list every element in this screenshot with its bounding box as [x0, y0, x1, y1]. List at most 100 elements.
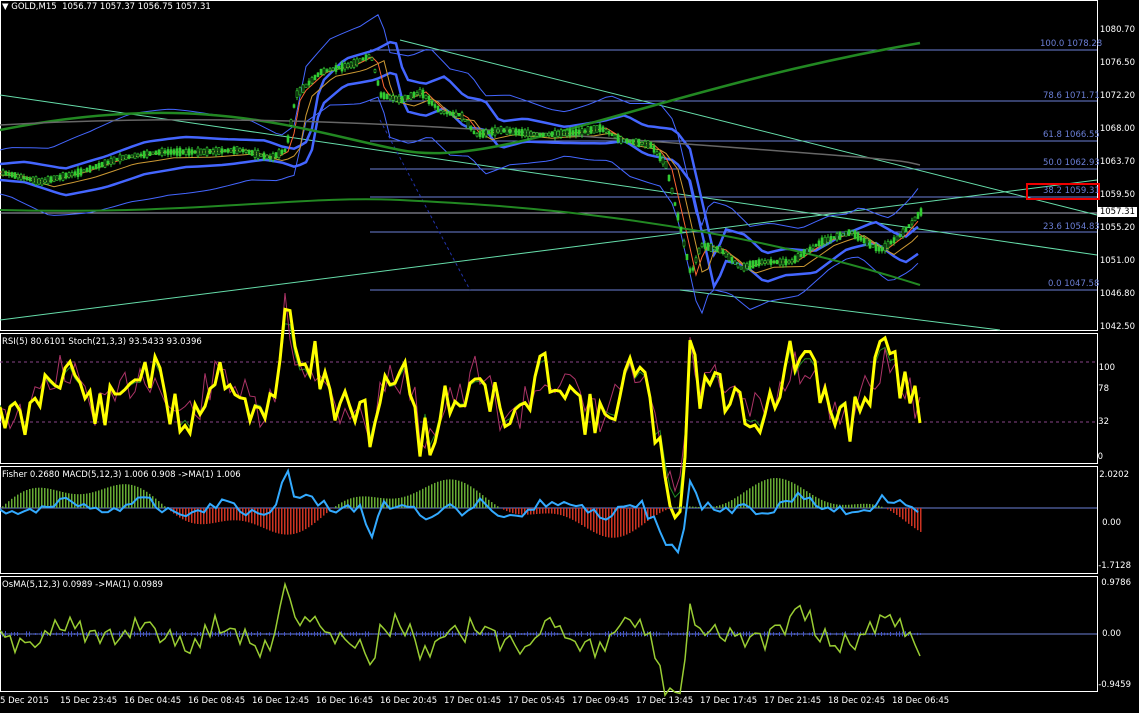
- time-tick: 17 Dec 09:45: [572, 696, 630, 706]
- candle-body: [142, 151, 146, 159]
- macd-histogram-bar: [110, 486, 112, 508]
- fib-level-label[interactable]: 100.0 1078.28: [1040, 39, 1102, 49]
- candle-body: [157, 149, 161, 155]
- candle: [172, 148, 176, 156]
- osma-histogram-bar: [503, 631, 504, 637]
- candle-body: [121, 154, 125, 161]
- osma-histogram-bar: [713, 633, 714, 635]
- candle-body: [415, 92, 419, 95]
- rsi-chart[interactable]: [0, 293, 1097, 521]
- osma-histogram-bar: [371, 633, 372, 635]
- candle: [220, 146, 224, 156]
- macd-histogram-bar: [209, 508, 211, 524]
- candle: [190, 147, 194, 157]
- osma-histogram-bar: [692, 633, 693, 635]
- macd-histogram-bar: [248, 508, 250, 523]
- osma-histogram-bar: [326, 632, 327, 636]
- osma-histogram-bar: [176, 631, 177, 637]
- candle-body: [376, 80, 380, 86]
- price-chart[interactable]: [0, 14, 1098, 331]
- fib-level-label[interactable]: 61.8 1066.55: [1043, 130, 1100, 140]
- candle: [94, 164, 98, 170]
- osma-histogram-bar: [80, 632, 81, 636]
- macd-histogram-bar: [551, 508, 553, 514]
- macd-histogram-bar: [293, 508, 295, 534]
- macd-chart[interactable]: [0, 468, 1097, 555]
- osma-histogram-bar: [218, 631, 219, 637]
- indicator-line: [0, 59, 919, 274]
- chart-canvas[interactable]: [0, 0, 1139, 713]
- candle-body: [346, 63, 350, 68]
- osma-histogram-bar: [854, 632, 855, 636]
- osma-histogram-bar: [602, 633, 603, 635]
- candle: [541, 132, 545, 138]
- osma-histogram-bar: [818, 633, 819, 635]
- candle-body: [190, 149, 194, 155]
- candle: [127, 154, 131, 160]
- candle-body: [502, 128, 506, 133]
- macd-histogram-bar: [317, 508, 319, 521]
- osma-histogram-bar: [146, 631, 147, 637]
- osma-histogram-bar: [137, 632, 138, 636]
- candle-body: [814, 243, 818, 247]
- macd-histogram-bar: [455, 479, 457, 508]
- candle: [742, 261, 746, 273]
- candle-body: [442, 110, 446, 115]
- macd-histogram-bar: [401, 497, 403, 508]
- candle: [844, 230, 848, 237]
- candle-body: [583, 129, 587, 133]
- macd-histogram-bar: [632, 508, 634, 532]
- osma-histogram-bar: [578, 632, 579, 636]
- macd-histogram-bar: [629, 508, 631, 534]
- candle-body: [406, 95, 410, 100]
- fib-level-label[interactable]: 23.6 1054.83: [1043, 222, 1100, 232]
- candle-body: [58, 174, 62, 180]
- candle: [628, 139, 632, 144]
- candle: [538, 132, 542, 138]
- candle-body: [676, 213, 680, 221]
- candle-body: [553, 130, 557, 138]
- osma-chart[interactable]: [0, 581, 1097, 698]
- fib-level-label[interactable]: 50.0 1062.93: [1043, 158, 1100, 168]
- candle: [301, 83, 305, 94]
- candle: [457, 112, 461, 117]
- osma-histogram-bar: [143, 631, 144, 637]
- candle-body: [472, 130, 476, 134]
- macd-histogram-bar: [305, 508, 307, 530]
- candle-body: [484, 129, 488, 137]
- macd-histogram-bar: [20, 492, 22, 508]
- candle: [304, 83, 308, 88]
- candle: [394, 95, 398, 103]
- candle-body: [448, 111, 452, 116]
- candle-body: [874, 243, 878, 252]
- macd-histogram-bar: [263, 508, 265, 529]
- candle-body: [511, 127, 515, 136]
- candle: [346, 61, 350, 70]
- time-tick: 5 Dec 2015: [0, 696, 49, 706]
- candle-body: [901, 228, 905, 237]
- trendline: [399, 39, 1098, 216]
- osma-histogram-bar: [857, 632, 858, 636]
- candle: [733, 260, 737, 266]
- osma-histogram-bar: [212, 631, 213, 637]
- candle-body: [769, 259, 773, 265]
- candle: [496, 127, 500, 135]
- fib-level-label[interactable]: 78.6 1071.71: [1043, 91, 1100, 101]
- osma-histogram-bar: [440, 631, 441, 637]
- macd-histogram-bar: [764, 480, 766, 508]
- candle: [376, 79, 380, 87]
- time-tick: 18 Dec 06:45: [892, 696, 950, 706]
- macd-histogram-bar: [185, 508, 187, 521]
- candle: [622, 138, 626, 143]
- candle-body: [781, 258, 785, 266]
- osma-histogram-bar: [419, 633, 420, 635]
- macd-histogram-bar: [518, 508, 520, 515]
- candle: [256, 148, 260, 161]
- candle: [322, 66, 326, 76]
- macd-histogram-bar: [134, 485, 136, 508]
- macd-histogram-bar: [323, 508, 325, 516]
- macd-histogram-bar: [290, 508, 292, 535]
- fib-level-label[interactable]: 0.0 1047.58: [1048, 279, 1099, 289]
- macd-histogram-bar: [845, 504, 847, 508]
- candle: [370, 57, 374, 61]
